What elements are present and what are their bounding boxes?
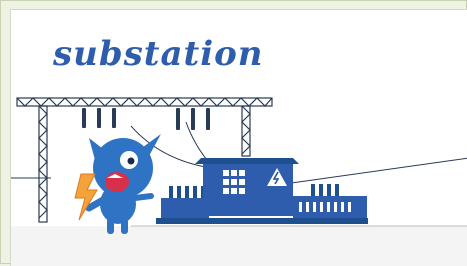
house-windows [223, 170, 245, 194]
insulators [82, 108, 210, 130]
illustration-card: substation [10, 9, 467, 266]
substation-illustration [11, 97, 467, 234]
monster-mascot [85, 134, 161, 234]
substation-base [156, 218, 368, 224]
lightning-bolt-icon [74, 173, 98, 221]
transformer-right [293, 184, 367, 218]
image-frame: substation [0, 0, 467, 266]
transformer-left [161, 186, 209, 218]
control-house [195, 158, 299, 216]
